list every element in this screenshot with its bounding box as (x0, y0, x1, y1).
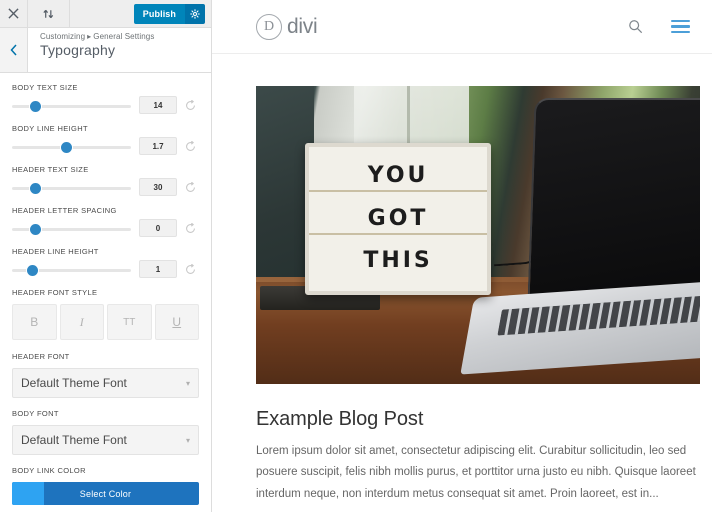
select-color-label: Select Color (79, 488, 132, 499)
slider-track-body-text-size[interactable] (12, 101, 131, 112)
customizer-topbar: Publish (0, 0, 211, 28)
sign-line: THIS (363, 248, 433, 274)
reset-icon[interactable] (181, 99, 199, 111)
breadcrumb-root[interactable]: Customizing (40, 32, 85, 41)
photo-lightbox-sign: YOU GOT THIS (304, 142, 492, 295)
control-body-line-height: BODY LINE HEIGHT 1.7 (12, 124, 199, 155)
control-header-line-height: HEADER LINE HEIGHT 1 (12, 247, 199, 278)
photo-laptop-keyboard (497, 294, 700, 336)
site-logo-text: divi (287, 14, 318, 38)
slider-track-body-line-height[interactable] (12, 142, 131, 153)
slider-track-header-text-size[interactable] (12, 183, 131, 194)
control-label: BODY LINK COLOR (12, 466, 86, 475)
chevron-left-icon[interactable] (0, 28, 28, 72)
post-title[interactable]: Example Blog Post (256, 408, 700, 431)
chevron-down-icon: ▾ (185, 378, 190, 388)
slider-row: 0 (12, 219, 199, 237)
control-header-text-size: HEADER TEXT SIZE 30 (12, 165, 199, 196)
slider-handle[interactable] (60, 142, 72, 153)
site-preview: D divi YOU GOT THIS Example Blog Post Lo… (212, 0, 712, 512)
control-header-font-style: HEADER FONT STYLE B I TT U (12, 288, 199, 340)
italic-button[interactable]: I (59, 304, 104, 340)
control-body-link-color: BODY LINK COLOR Select Color (12, 466, 199, 505)
customizer-titles: Customizing ▸ General Settings Typography (28, 28, 211, 72)
divi-logo-icon: D (256, 13, 282, 40)
slider-row: 1 (12, 260, 199, 278)
slider-row: 14 (12, 96, 199, 114)
slider-handle[interactable] (29, 224, 41, 235)
search-icon[interactable] (628, 19, 643, 34)
menu-bar (671, 30, 690, 33)
control-label: HEADER LINE HEIGHT (12, 247, 99, 256)
publish-group: Publish (133, 0, 211, 27)
body-font-value: Default Theme Font (21, 433, 127, 447)
reset-icon[interactable] (181, 263, 199, 275)
slider-value[interactable]: 1 (139, 260, 177, 278)
control-label: BODY FONT (12, 409, 59, 418)
control-label: HEADER FONT STYLE (12, 288, 98, 297)
control-label: HEADER LETTER SPACING (12, 206, 117, 215)
font-style-buttons: B I TT U (12, 304, 199, 340)
control-body-font: BODY FONT Default Theme Font ▾ (12, 409, 199, 455)
publish-control: Publish (133, 3, 205, 24)
slider-value[interactable]: 1.7 (139, 137, 177, 155)
control-label: BODY TEXT SIZE (12, 83, 78, 92)
slider-row: 1.7 (12, 137, 199, 155)
reset-icon[interactable] (181, 222, 199, 234)
breadcrumb: Customizing ▸ General Settings (40, 32, 211, 41)
header-font-select[interactable]: Default Theme Font ▾ (12, 368, 199, 398)
menu-bar (671, 20, 690, 23)
uppercase-button[interactable]: TT (107, 304, 152, 340)
customizer-controls: BODY TEXT SIZE 14 BODY LINE HEIGHT 1.7 H… (0, 73, 211, 505)
hamburger-menu-icon[interactable] (671, 20, 690, 33)
slider-value[interactable]: 0 (139, 219, 177, 237)
slider-value[interactable]: 30 (139, 178, 177, 196)
underline-button[interactable]: U (154, 304, 199, 340)
header-icons (628, 19, 690, 34)
post-featured-image: YOU GOT THIS (256, 86, 700, 384)
sign-line: YOU (308, 165, 488, 193)
slider-row: 30 (12, 178, 199, 196)
menu-bar (671, 25, 690, 28)
device-switch-icon[interactable] (28, 0, 70, 27)
reset-icon[interactable] (181, 181, 199, 193)
site-header: D divi (212, 0, 712, 54)
slider-handle[interactable] (29, 101, 41, 112)
customizer-app: Publish Customizing ▸ General Settings T… (0, 0, 712, 512)
reset-icon[interactable] (181, 140, 199, 152)
header-font-value: Default Theme Font (21, 376, 127, 390)
preview-content: YOU GOT THIS Example Blog Post Lorem ips… (212, 54, 712, 505)
slider-track-header-line-height[interactable] (12, 265, 131, 276)
gear-icon[interactable] (185, 3, 205, 24)
control-label: HEADER TEXT SIZE (12, 165, 89, 174)
control-body-text-size: BODY TEXT SIZE 14 (12, 83, 199, 114)
slider-track-header-letter-spacing[interactable] (12, 224, 131, 235)
control-header-font: HEADER FONT Default Theme Font ▾ (12, 352, 199, 398)
control-label: BODY LINE HEIGHT (12, 124, 88, 133)
customizer-panel: Publish Customizing ▸ General Settings T… (0, 0, 212, 512)
chevron-down-icon: ▾ (185, 435, 190, 445)
breadcrumb-section[interactable]: General Settings (93, 32, 154, 41)
slider-handle[interactable] (27, 265, 39, 276)
slider-value[interactable]: 14 (139, 96, 177, 114)
select-color-button[interactable]: Select Color (12, 482, 199, 505)
site-logo[interactable]: D divi (256, 13, 318, 40)
body-font-select[interactable]: Default Theme Font ▾ (12, 425, 199, 455)
control-label: HEADER FONT (12, 352, 70, 361)
bold-button[interactable]: B (12, 304, 57, 340)
control-header-letter-spacing: HEADER LETTER SPACING 0 (12, 206, 199, 237)
customizer-header: Customizing ▸ General Settings Typography (0, 28, 211, 73)
sign-line: GOT (308, 207, 488, 235)
close-icon[interactable] (0, 0, 28, 27)
slider-handle[interactable] (29, 183, 41, 194)
page-title: Typography (40, 42, 116, 58)
photo-laptop-screen (527, 97, 700, 301)
publish-button[interactable]: Publish (133, 3, 185, 24)
post-excerpt: Lorem ipsum dolor sit amet, consectetur … (256, 445, 696, 500)
